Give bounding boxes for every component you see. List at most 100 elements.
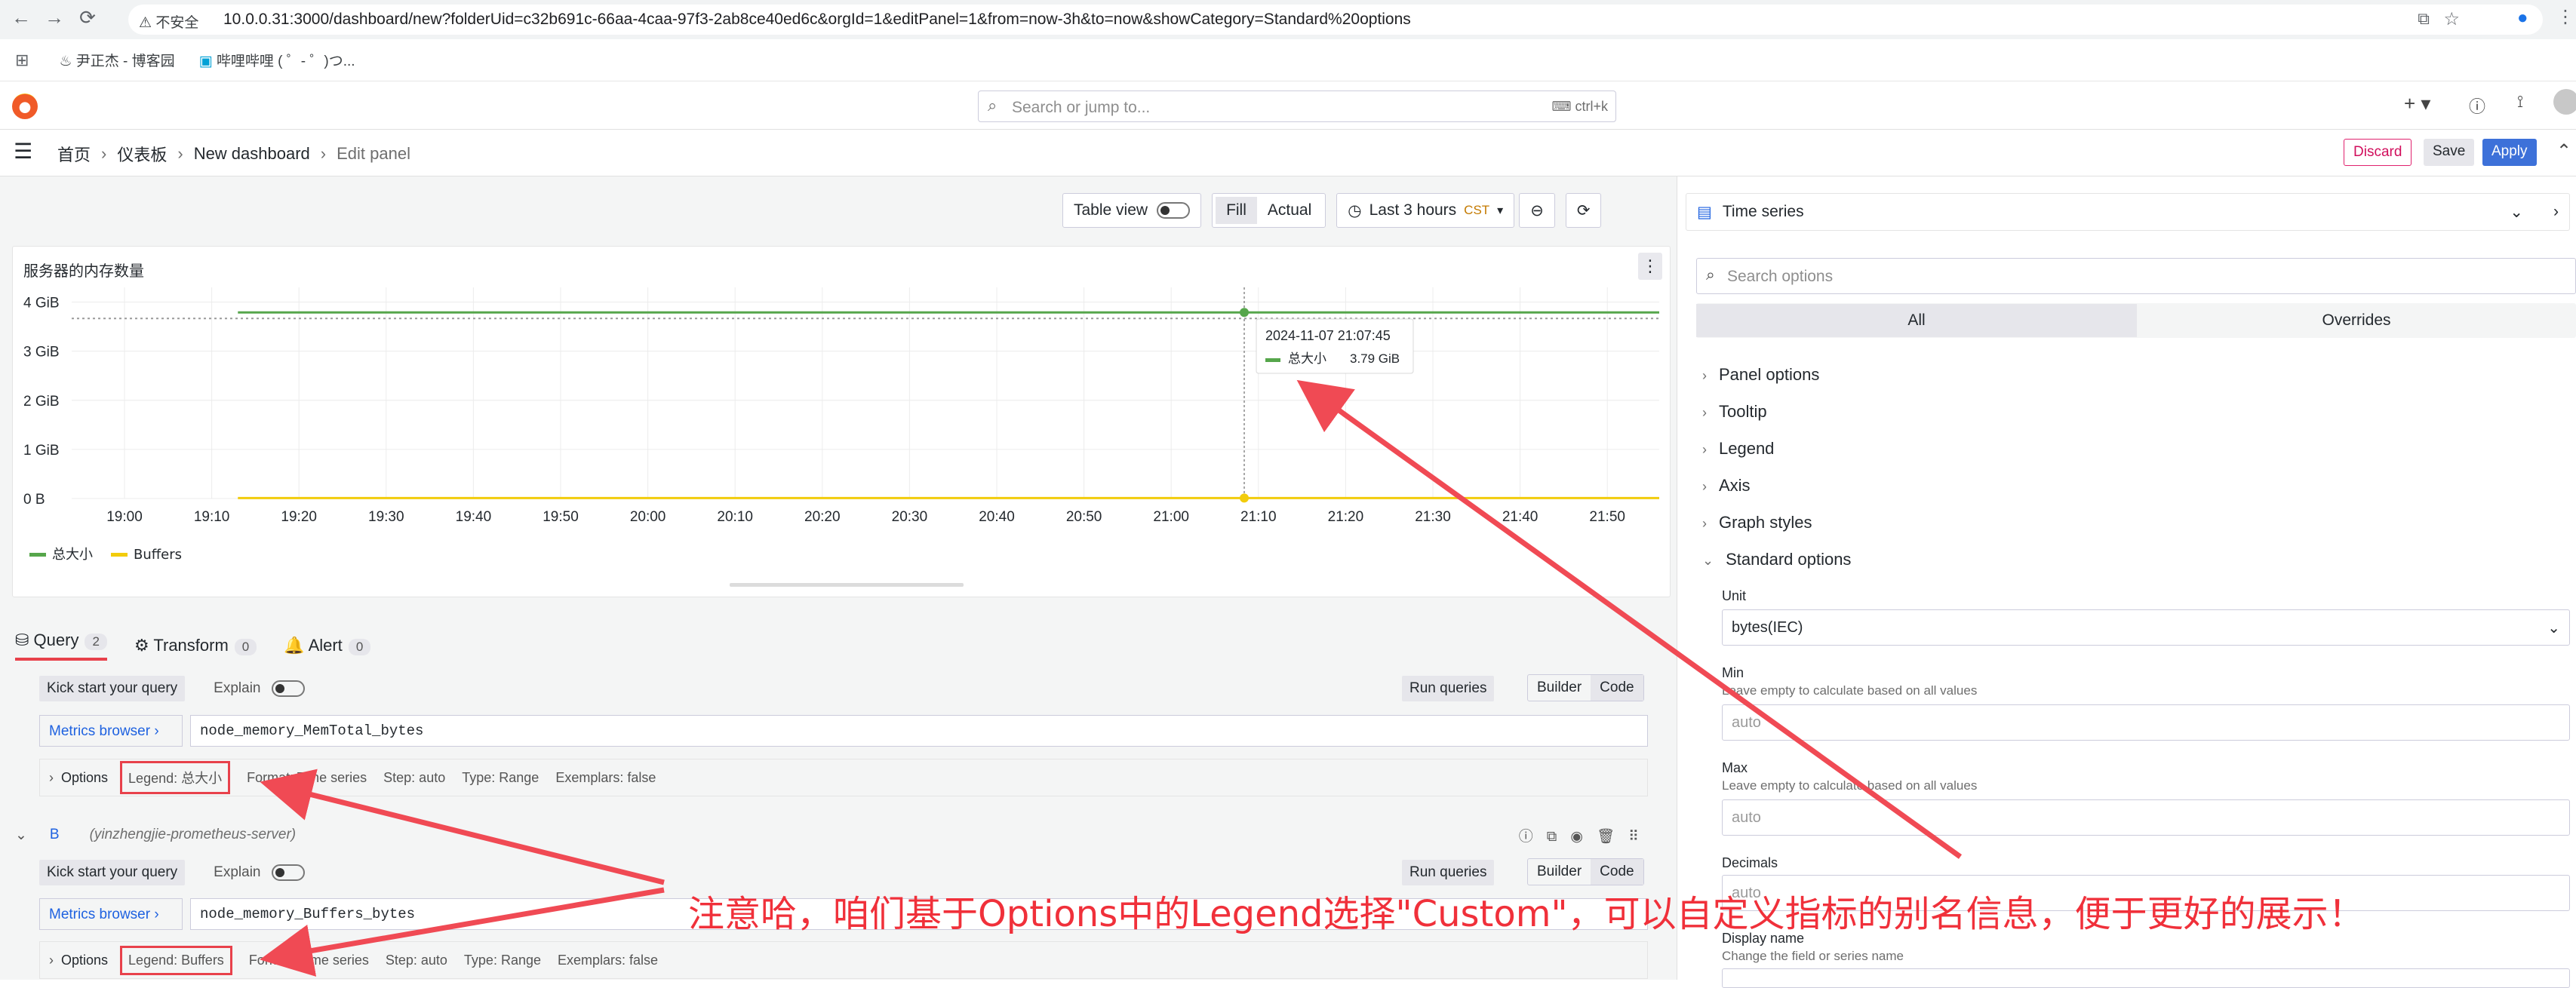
table-view-toggle[interactable]: Table view — [1062, 193, 1202, 228]
explain-toggle[interactable] — [271, 680, 305, 697]
tab-all[interactable]: All — [1696, 304, 2137, 337]
code-button[interactable]: Code — [1591, 859, 1643, 885]
kick-start-button[interactable]: Kick start your query — [39, 676, 186, 701]
bookmark-label: 尹正杰 - 博客园 — [75, 54, 175, 69]
browser-toolbar: ← → ⟳ ⚠ 不安全 10.0.0.31:3000/dashboard/new… — [0, 0, 2576, 39]
actual-button[interactable]: Actual — [1257, 197, 1322, 224]
run-queries-button[interactable]: Run queries — [1402, 860, 1495, 885]
bookmark-cnblogs[interactable]: ♨ 尹正杰 - 博客园 — [59, 50, 174, 70]
time-picker[interactable]: ◷ Last 3 hours CST ▾ — [1336, 193, 1515, 228]
kick-start-button[interactable]: Kick start your query — [39, 860, 186, 885]
eye-icon[interactable]: ◉ — [1570, 829, 1597, 845]
breadcrumb-bar: ☰ 首页 › 仪表板 › New dashboard › Edit panel … — [0, 130, 2576, 176]
display-name-input[interactable] — [1722, 968, 2570, 988]
search-icon: ⌕ — [988, 96, 998, 115]
collapse-icon[interactable]: ⌃ — [2556, 140, 2571, 162]
breadcrumb-dashboards[interactable]: 仪表板 — [117, 142, 167, 166]
bookmark-label: 哔哩哔哩 ( ゜- ゜)つ... — [216, 54, 355, 69]
bookmark-star-icon[interactable]: ☆ — [2443, 8, 2460, 30]
tab-label: Transform — [153, 636, 229, 655]
save-button[interactable]: Save — [2424, 139, 2475, 166]
breadcrumb-home[interactable]: 首页 — [57, 142, 91, 166]
decimals-label: Decimals — [1722, 855, 1778, 870]
forward-icon[interactable]: → — [38, 6, 71, 29]
options-search[interactable]: ⌕ Search options — [1696, 258, 2576, 294]
timezone-label: CST — [1464, 203, 1490, 217]
grafana-logo-icon[interactable] — [12, 94, 38, 119]
apps-grid-icon[interactable]: ⊞ — [15, 51, 29, 70]
section-panel-options[interactable]: › Panel options — [1702, 365, 1819, 385]
chevron-right-icon: › — [1702, 405, 1707, 420]
x-tick-label: 21:10 — [1240, 509, 1277, 525]
time-series-chart[interactable]: 0 B 1 GiB 2 GiB 3 GiB 4 GiB 19:00 19:10 19:20 19… — [13, 280, 1670, 597]
profile-icon[interactable]: ● — [2517, 8, 2528, 29]
query-row-actions[interactable]: ⓘ⧉◉🗑⠿ — [1519, 825, 1652, 845]
min-placeholder: auto — [1732, 714, 1761, 731]
address-bar[interactable]: ⚠ 不安全 10.0.0.31:3000/dashboard/new?folde… — [128, 5, 2543, 35]
back-icon[interactable]: ← — [5, 6, 38, 29]
tab-transform[interactable]: ⚙ Transform 0 — [134, 636, 257, 655]
y-tick-label: 1 GiB — [23, 443, 60, 459]
tab-query[interactable]: ⛁ Query 2 — [15, 631, 107, 661]
section-axis[interactable]: › Axis — [1702, 476, 1751, 496]
tab-count: 0 — [234, 639, 257, 655]
query-ref-label[interactable]: B — [50, 827, 60, 843]
x-tick-label: 20:40 — [979, 509, 1015, 525]
type-value: Type: Range — [463, 952, 541, 968]
x-tick-label: 19:30 — [368, 509, 404, 525]
user-avatar[interactable] — [2553, 89, 2576, 115]
news-rss-icon[interactable]: ⟟ — [2517, 92, 2523, 112]
translate-icon[interactable]: ⧉ — [2418, 9, 2430, 29]
duplicate-icon[interactable]: ⧉ — [1547, 829, 1571, 845]
tooltip-value: 3.79 GiB — [1350, 351, 1400, 366]
global-search[interactable]: ⌕ Search or jump to... ⌨ ctrl+k — [978, 91, 1616, 122]
query-tabs: ⛁ Query 2 ⚙ Transform 0 🔔 Alert 0 — [15, 626, 398, 665]
metrics-browser-button[interactable]: Metrics browser › — [39, 715, 183, 747]
url-text[interactable]: 10.0.0.31:3000/dashboard/new?folderUid=c… — [223, 11, 1411, 29]
apply-button[interactable]: Apply — [2482, 139, 2537, 166]
zoom-out-button[interactable]: ⊖ — [1519, 193, 1555, 228]
run-queries-button[interactable]: Run queries — [1402, 676, 1495, 701]
max-input[interactable]: auto — [1722, 799, 2570, 836]
security-warning[interactable]: ⚠ 不安全 — [139, 11, 198, 32]
tab-overrides[interactable]: Overrides — [2137, 304, 2576, 337]
reload-icon[interactable]: ⟳ — [71, 6, 104, 29]
x-tick-label: 21:20 — [1328, 509, 1364, 525]
section-tooltip[interactable]: › Tooltip — [1702, 402, 1767, 422]
panel-menu-icon[interactable]: ⋮ — [1638, 253, 1662, 280]
tab-alert[interactable]: 🔔 Alert 0 — [284, 636, 371, 655]
section-legend[interactable]: › Legend — [1702, 439, 1774, 459]
builder-button[interactable]: Builder — [1528, 859, 1591, 885]
query-b-options[interactable]: › Options Legend: Buffers Format: Time s… — [39, 941, 1648, 979]
browser-menu-icon[interactable]: ⋮ — [2556, 6, 2574, 28]
code-button[interactable]: Code — [1591, 675, 1643, 701]
fill-button[interactable]: Fill — [1216, 197, 1257, 224]
menu-toggle-icon[interactable]: ☰ — [14, 139, 32, 164]
visualization-picker[interactable]: ▤ Time series ⌄ › — [1686, 193, 2570, 231]
chevron-right-icon[interactable]: › — [2553, 203, 2559, 221]
section-standard-options[interactable]: ⌄ Standard options — [1702, 550, 1851, 569]
metrics-browser-button[interactable]: Metrics browser › — [39, 898, 183, 930]
add-new-button[interactable]: + ▾ — [2404, 92, 2430, 115]
breadcrumb-new-dashboard[interactable]: New dashboard — [194, 144, 310, 164]
tooltip-series: 总大小 — [1288, 351, 1326, 367]
discard-button[interactable]: Discard — [2344, 139, 2412, 166]
tab-label: Query — [33, 631, 79, 649]
drag-handle-icon[interactable]: ⠿ — [1628, 829, 1652, 845]
min-input[interactable]: auto — [1722, 704, 2570, 741]
help-icon[interactable]: ⓘ — [1519, 829, 1547, 845]
query-a-options[interactable]: › Options Legend: 总大小 Format: Time serie… — [39, 759, 1648, 796]
help-icon[interactable]: ⓘ — [2469, 94, 2485, 118]
unit-select[interactable]: bytes(IEC) ⌄ — [1722, 609, 2570, 646]
trash-icon[interactable]: 🗑 — [1597, 829, 1628, 845]
collapse-chevron-icon[interactable]: ⌄ — [15, 827, 27, 844]
section-graph-styles[interactable]: › Graph styles — [1702, 513, 1812, 532]
bookmark-bilibili[interactable]: ▣ 哔哩哔哩 ( ゜- ゜)つ... — [199, 50, 355, 70]
builder-button[interactable]: Builder — [1528, 675, 1591, 701]
viz-type-label: Time series — [1722, 203, 1804, 220]
x-tick-label: 19:00 — [106, 509, 143, 525]
query-expression-input[interactable]: node_memory_MemTotal_bytes — [190, 715, 1648, 747]
refresh-button[interactable]: ⟳ — [1565, 193, 1602, 228]
exemplars-value: Exemplars: false — [555, 769, 656, 785]
explain-toggle[interactable] — [271, 864, 305, 881]
